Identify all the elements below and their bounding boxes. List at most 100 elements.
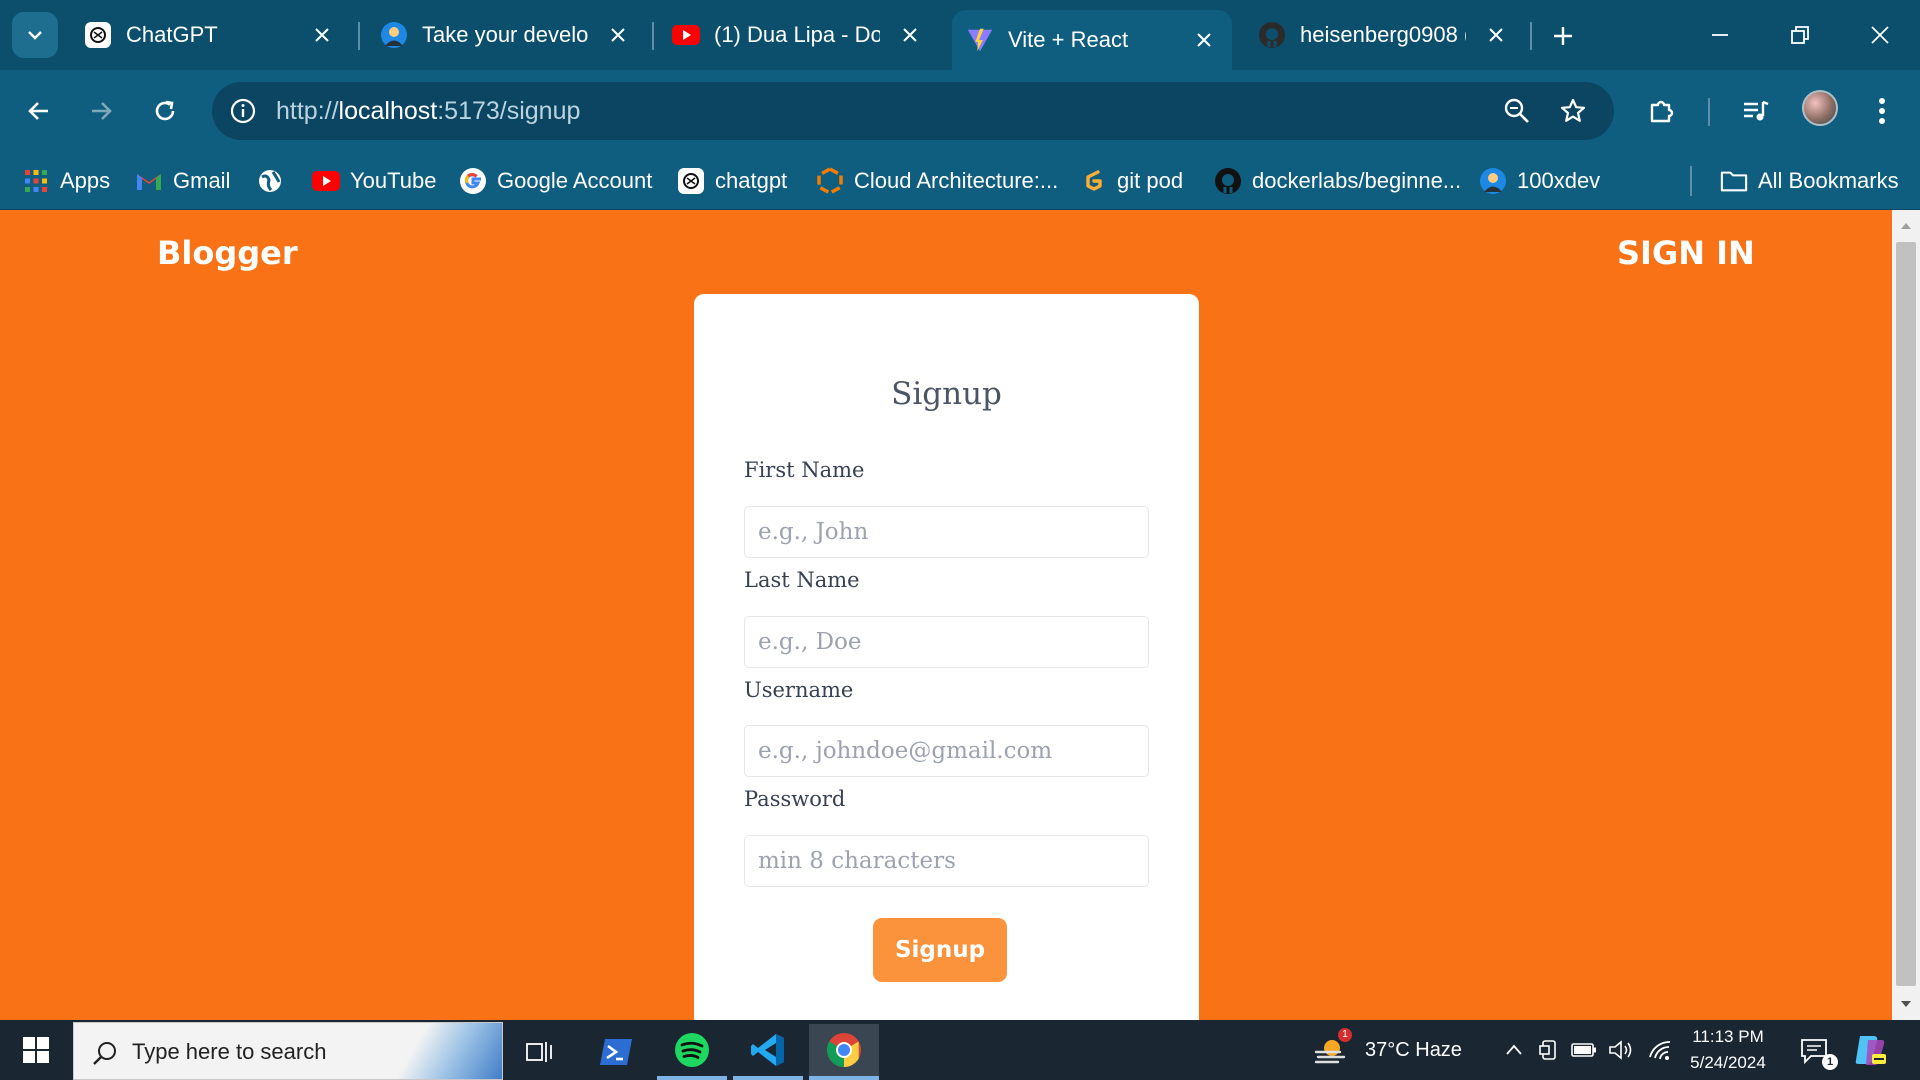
minimize-button[interactable] [1700, 15, 1740, 55]
weather-text[interactable]: 37°C Haze [1365, 1020, 1462, 1080]
close-icon[interactable] [604, 21, 632, 49]
clock-date: 5/24/2024 [1690, 1053, 1766, 1072]
task-view-button[interactable] [505, 1024, 575, 1080]
password-input[interactable] [744, 835, 1149, 887]
close-icon[interactable] [308, 21, 336, 49]
menu-button[interactable] [1860, 89, 1904, 133]
wifi-icon[interactable] [1646, 1036, 1674, 1064]
youtube-icon [312, 167, 340, 195]
puzzle-icon [1647, 96, 1677, 126]
tab-title: Vite + React [1008, 27, 1129, 52]
bookmark-label: 100xdev [1517, 168, 1601, 193]
close-window-button[interactable] [1860, 15, 1900, 55]
brand-logo[interactable]: Blogger [157, 234, 298, 272]
signup-button[interactable]: Signup [873, 918, 1007, 982]
github-icon [1214, 167, 1242, 195]
scroll-down-icon[interactable] [1892, 994, 1920, 1014]
windows-logo-icon [23, 1037, 49, 1063]
minimize-icon [1710, 25, 1730, 45]
taskbar-chrome[interactable] [809, 1024, 879, 1080]
tab-title: (1) Dua Lipa - Don [714, 22, 880, 47]
tab-github[interactable]: heisenberg0908 (A [1244, 14, 1524, 56]
cloud-arch-icon [816, 167, 844, 195]
close-icon[interactable] [1482, 21, 1510, 49]
search-placeholder: Type here to search [132, 1039, 327, 1064]
scroll-thumb[interactable] [1896, 242, 1916, 986]
volume-icon[interactable] [1607, 1036, 1635, 1064]
vscode-icon [750, 1032, 786, 1068]
taskbar-powershell[interactable] [581, 1024, 651, 1080]
back-button[interactable] [17, 89, 61, 133]
media-controls-button[interactable] [1734, 89, 1778, 133]
bookmark-dockerlabs[interactable]: dockerlabs/beginne... [1214, 164, 1461, 198]
taskbar-search-box[interactable]: Type here to search [73, 1022, 503, 1080]
google-icon [459, 167, 487, 195]
bookmark-cloud-architecture[interactable]: Cloud Architecture:... [816, 164, 1058, 198]
bookmark-globe[interactable] [256, 164, 294, 198]
taskbar-spotify[interactable] [657, 1024, 727, 1080]
globe-icon [256, 167, 284, 195]
powershell-icon [599, 1037, 633, 1067]
signup-card: Signup First Name Last Name Username Pas… [694, 294, 1199, 1034]
restore-button[interactable] [1780, 15, 1820, 55]
tab-vite-react[interactable]: Vite + React [952, 10, 1232, 70]
bookmark-label: chatgpt [715, 168, 788, 193]
all-bookmarks-button[interactable]: All Bookmarks [1720, 164, 1899, 198]
avatar-icon [380, 21, 408, 49]
more-vertical-icon [1878, 97, 1886, 125]
music-queue-icon [1741, 96, 1771, 126]
taskbar-clock[interactable]: 11:13 PM 5/24/2024 [1676, 1024, 1780, 1076]
zoom-icon[interactable] [1500, 94, 1534, 128]
new-tab-button[interactable] [1545, 18, 1581, 54]
forward-button[interactable] [79, 89, 123, 133]
tab-chatgpt[interactable]: ChatGPT [70, 14, 350, 56]
bookmark-apps[interactable]: Apps [22, 164, 110, 198]
github-icon [1258, 21, 1286, 49]
bookmark-100xdev[interactable]: 100xdev [1479, 164, 1600, 198]
tab-title: heisenberg0908 (A [1300, 22, 1466, 47]
address-bar[interactable]: http://localhost:5173/signup [212, 82, 1614, 140]
plus-icon [1552, 25, 1574, 47]
reload-icon [152, 98, 178, 124]
task-view-icon [526, 1039, 554, 1065]
reload-button[interactable] [143, 89, 187, 133]
close-icon[interactable] [896, 21, 924, 49]
tab-dua-lipa[interactable]: (1) Dua Lipa - Don [658, 14, 938, 56]
browser-toolbar: http://localhost:5173/signup [0, 70, 1920, 152]
url-text[interactable]: http://localhost:5173/signup [276, 97, 580, 126]
spotify-icon [674, 1032, 710, 1068]
bookmark-google-account[interactable]: Google Account [459, 164, 652, 198]
sign-in-link[interactable]: SIGN IN [1617, 234, 1755, 272]
chevron-up-icon[interactable] [1500, 1036, 1528, 1064]
page-scrollbar[interactable] [1892, 210, 1920, 1020]
username-input[interactable] [744, 725, 1149, 777]
bookmark-git-pod[interactable]: git pod [1079, 164, 1183, 198]
bookmark-chatgpt[interactable]: chatgpt [677, 164, 787, 198]
extensions-button[interactable] [1640, 89, 1684, 133]
bookmark-gmail[interactable]: Gmail [135, 164, 230, 198]
gmail-icon [135, 167, 163, 195]
scroll-up-icon[interactable] [1892, 216, 1920, 236]
profile-avatar[interactable] [1802, 90, 1838, 126]
star-icon[interactable] [1556, 94, 1590, 128]
chevron-down-icon [25, 25, 45, 45]
bookmark-youtube[interactable]: YouTube [312, 164, 436, 198]
tab-separator [358, 22, 360, 50]
search-icon [90, 1038, 120, 1068]
bookmarks-bar: Apps Gmail YouTube Google Account chatgp… [0, 152, 1920, 210]
battery-icon[interactable] [1570, 1036, 1598, 1064]
chatgpt-icon [677, 167, 705, 195]
start-button[interactable] [12, 1030, 60, 1070]
first-name-input[interactable] [744, 506, 1149, 558]
taskbar-vscode[interactable] [733, 1024, 803, 1080]
tab-search-button[interactable] [12, 12, 58, 58]
url-path: :5173/signup [437, 97, 581, 125]
copilot-icon[interactable] [1852, 1032, 1888, 1068]
arrow-left-icon [26, 98, 52, 124]
meet-now-icon[interactable] [1536, 1036, 1564, 1064]
tab-title: ChatGPT [126, 22, 218, 47]
last-name-input[interactable] [744, 616, 1149, 668]
info-icon[interactable] [226, 94, 260, 128]
tab-take-your-develop[interactable]: Take your develop [366, 14, 646, 56]
close-icon[interactable] [1190, 26, 1218, 54]
